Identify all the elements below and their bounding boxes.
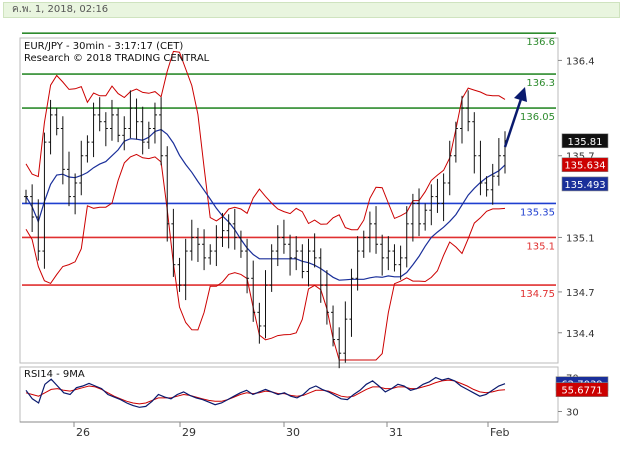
last-price-tag: 135.81 [561,133,609,149]
svg-text:55.6771: 55.6771 [561,386,602,397]
level-label-5: 134.75 [520,289,555,300]
price-panel [19,37,559,364]
rsi-ma-value-tag: 55.6771 [555,382,609,397]
x-tick-label-3: 31 [389,426,403,439]
svg-text:135.81: 135.81 [568,137,603,148]
level-label-1: 136.3 [526,78,555,89]
level-label-4: 135.1 [526,241,555,252]
y-axis: 134.4134.7135.1135.7136.4 [558,56,595,340]
rsi-tick-label-0: 30 [566,408,579,419]
x-tick-label-4: Feb [490,426,509,439]
chart-stage: ค.พ. 1, 2018, 02:16 136.6 136.3 136.05 135.… [0,0,623,452]
svg-text:135.634: 135.634 [564,161,605,172]
level-label-0: 136.6 [526,37,555,48]
upper-band-tag: 135.634 [561,157,609,173]
svg-text:135.493: 135.493 [564,180,605,191]
x-axis: 26 29 30 31 Feb [73,422,509,439]
x-tick-label-2: 30 [286,426,300,439]
chart-title: EUR/JPY - 30min - 3:17:17 (CET) [24,41,183,52]
price-tags: 135.81 135.634 135.493 [561,133,609,192]
x-tick-label-0: 26 [76,426,90,439]
y-tick-label-1: 134.7 [566,288,595,299]
chart-subtitle: Research © 2018 TRADING CENTRAL [24,53,210,64]
y-tick-label-4: 136.4 [566,56,595,67]
moving-average-tag: 135.493 [561,176,609,192]
chart-svg: 136.6136.3136.05135.35135.1134.75 307062… [19,32,609,439]
rsi-title: RSI14 - 9MA [24,369,85,380]
y-tick-label-0: 134.4 [566,329,595,340]
level-label-2: 136.05 [520,112,555,123]
level-label-3: 135.35 [520,207,555,218]
x-tick-label-1: 29 [182,426,196,439]
y-tick-label-2: 135.1 [566,233,595,244]
